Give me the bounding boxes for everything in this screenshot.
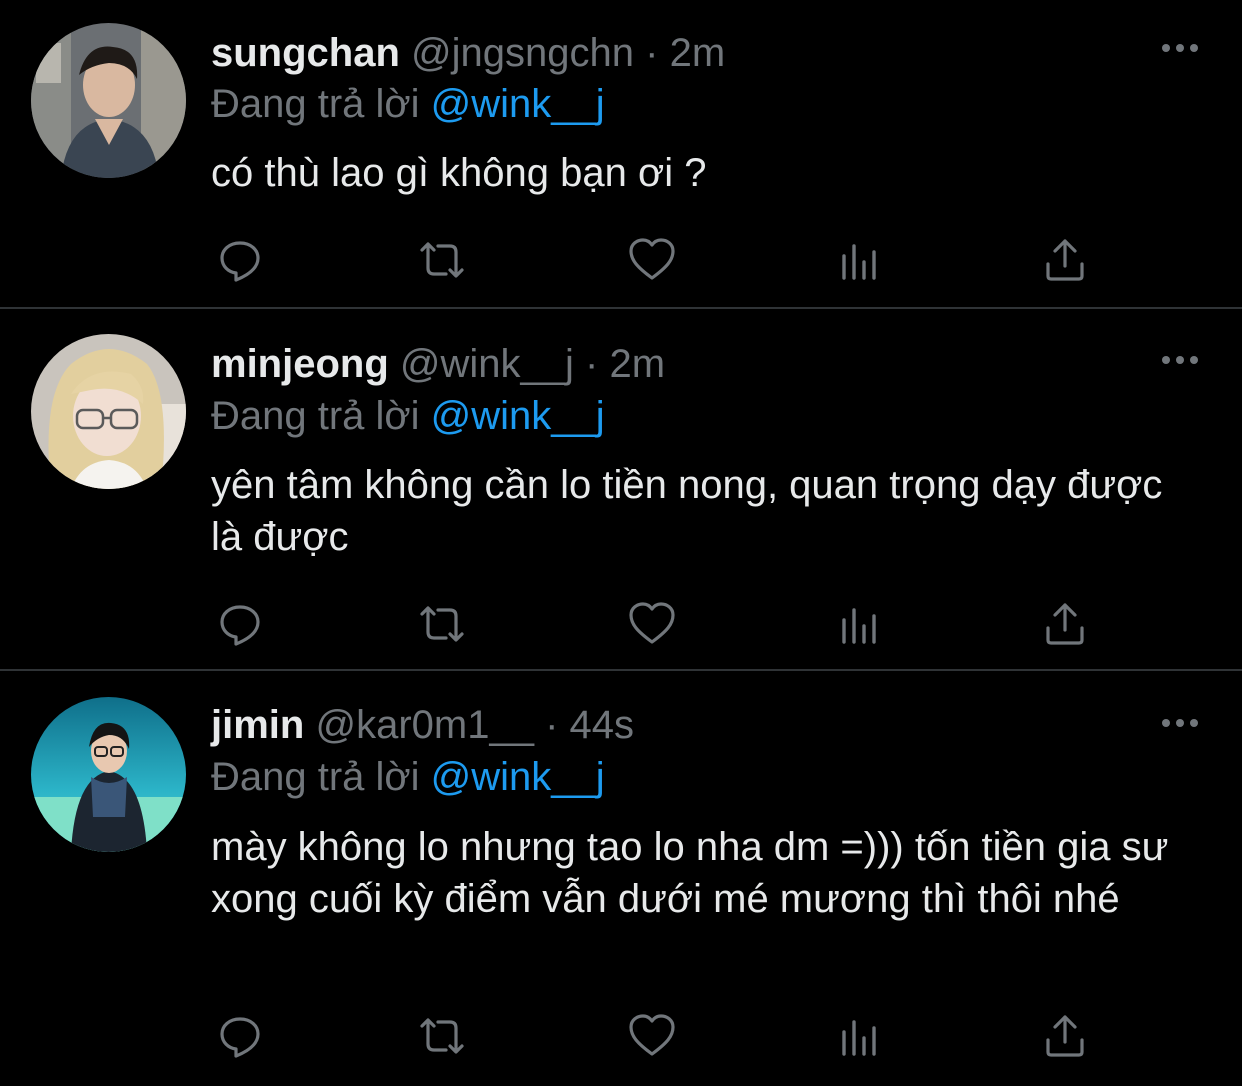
tweet-text: có thù lao gì không bạn ơi ? (211, 151, 707, 195)
analytics-icon (838, 236, 882, 284)
tweet[interactable]: minjeong @wink__j · 2m Đang trả lời @win… (0, 309, 1242, 669)
reply-icon (216, 600, 264, 648)
like-button[interactable] (624, 599, 680, 649)
retweet-button[interactable] (414, 599, 470, 649)
share-button[interactable] (1037, 235, 1093, 285)
action-bar (0, 235, 1242, 285)
action-bar (0, 1011, 1242, 1061)
retweet-button[interactable] (414, 1011, 470, 1061)
reply-button[interactable] (212, 1011, 268, 1061)
analytics-button[interactable] (832, 235, 888, 285)
like-icon (627, 236, 677, 284)
reply-prefix: Đang trả lời (211, 394, 420, 438)
reply-prefix: Đang trả lời (211, 755, 420, 799)
reply-mention[interactable]: @wink__j (431, 82, 605, 126)
reply-mention[interactable]: @wink__j (431, 755, 605, 799)
separator: · (585, 342, 599, 386)
avatar-image (31, 23, 186, 178)
timestamp[interactable]: 44s (570, 703, 635, 747)
display-name[interactable]: minjeong (211, 342, 389, 386)
more-icon[interactable] (1158, 350, 1202, 370)
share-button[interactable] (1037, 599, 1093, 649)
tweet[interactable]: sungchan @jngsngchn · 2m Đang trả lời @w… (0, 0, 1242, 307)
display-name[interactable]: jimin (211, 703, 304, 747)
tweet-header: jimin @kar0m1__ · 44s (211, 699, 634, 751)
reply-context: Đang trả lời @wink__j (211, 78, 605, 130)
tweet[interactable]: jimin @kar0m1__ · 44s Đang trả lời @wink… (0, 671, 1242, 1086)
retweet-icon (414, 236, 470, 284)
like-icon (627, 600, 677, 648)
reply-button[interactable] (212, 599, 268, 649)
reply-mention[interactable]: @wink__j (431, 394, 605, 438)
user-handle[interactable]: @jngsngchn (411, 31, 634, 75)
analytics-icon (838, 1012, 882, 1060)
tweet-text: yên tâm không cần lo tiền nong, quan trọ… (211, 463, 1163, 559)
like-button[interactable] (624, 1011, 680, 1061)
user-handle[interactable]: @kar0m1__ (315, 703, 533, 747)
tweet-header: minjeong @wink__j · 2m (211, 338, 665, 390)
retweet-icon (414, 600, 470, 648)
avatar-image (31, 334, 186, 489)
action-bar (0, 599, 1242, 649)
timestamp[interactable]: 2m (610, 342, 666, 386)
share-icon (1042, 600, 1088, 648)
tweet-feed: sungchan @jngsngchn · 2m Đang trả lời @w… (0, 0, 1242, 1086)
reply-context: Đang trả lời @wink__j (211, 751, 605, 803)
display-name[interactable]: sungchan (211, 31, 400, 75)
analytics-button[interactable] (832, 599, 888, 649)
more-icon[interactable] (1158, 713, 1202, 733)
user-handle[interactable]: @wink__j (400, 342, 574, 386)
tweet-text: mày không lo nhưng tao lo nha dm =))) tố… (211, 825, 1169, 921)
analytics-icon (838, 600, 882, 648)
avatar[interactable] (31, 334, 186, 489)
reply-icon (216, 1012, 264, 1060)
separator: · (645, 31, 659, 75)
avatar-image (31, 697, 186, 852)
analytics-button[interactable] (832, 1011, 888, 1061)
tweet-header: sungchan @jngsngchn · 2m (211, 27, 725, 79)
avatar[interactable] (31, 697, 186, 852)
more-icon[interactable] (1158, 38, 1202, 58)
reply-context: Đang trả lời @wink__j (211, 390, 605, 442)
share-button[interactable] (1037, 1011, 1093, 1061)
reply-prefix: Đang trả lời (211, 82, 420, 126)
separator: · (545, 703, 559, 747)
like-icon (627, 1012, 677, 1060)
timestamp[interactable]: 2m (670, 31, 726, 75)
reply-icon (216, 236, 264, 284)
like-button[interactable] (624, 235, 680, 285)
share-icon (1042, 236, 1088, 284)
retweet-icon (414, 1012, 470, 1060)
avatar[interactable] (31, 23, 186, 178)
retweet-button[interactable] (414, 235, 470, 285)
share-icon (1042, 1012, 1088, 1060)
reply-button[interactable] (212, 235, 268, 285)
